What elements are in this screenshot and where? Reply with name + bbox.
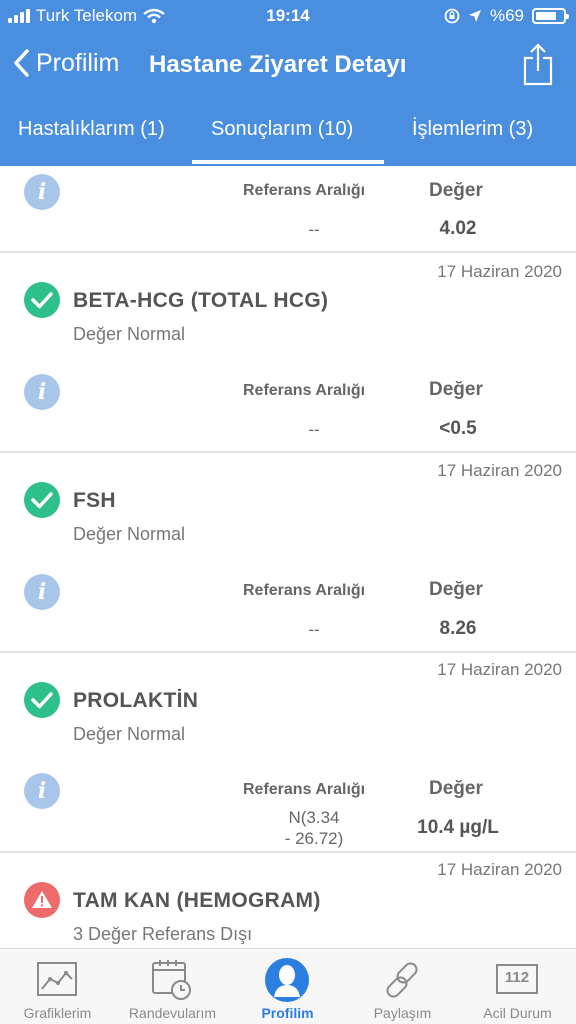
result-date: 17 Haziran 2020 xyxy=(437,660,562,679)
check-icon xyxy=(24,282,60,318)
reference-value: - 26.72) xyxy=(284,829,344,848)
test-name: FSH xyxy=(73,489,116,512)
chart-icon xyxy=(37,962,77,996)
check-icon xyxy=(24,682,60,718)
tab-grafiklerim[interactable]: Grafiklerim xyxy=(0,949,115,1024)
reference-value: N(3.34 xyxy=(288,808,340,827)
reference-value: -- xyxy=(308,620,320,639)
list-item[interactable]: 17 Haziran 2020 TAM KAN (HEMOGRAM) 3 Değ… xyxy=(0,853,576,948)
test-name: BETA-HCG (TOTAL HCG) xyxy=(73,289,329,312)
tab-label: Grafiklerim xyxy=(23,1005,92,1021)
result-status: Değer Normal xyxy=(73,524,186,544)
back-button[interactable]: Profilim xyxy=(12,48,119,78)
result-date: 17 Haziran 2020 xyxy=(437,262,562,281)
bottom-tab-bar: Grafiklerim Randevularım Profilim Paylaş… xyxy=(0,948,576,1024)
tab-acil-durum[interactable]: 112 Acil Durum xyxy=(460,949,575,1024)
chevron-left-icon xyxy=(14,49,29,77)
tab-islemlerim[interactable]: İşlemlerim (3) xyxy=(412,118,533,141)
tab-label: Acil Durum xyxy=(483,1005,552,1021)
nav-bar: Profilim Hastane Ziyaret Detayı xyxy=(0,34,576,96)
result-status: 3 Değer Referans Dışı xyxy=(73,924,253,944)
tab-hastaliklarim[interactable]: Hastalıklarım (1) xyxy=(18,118,165,141)
test-name: TAM KAN (HEMOGRAM) xyxy=(73,889,321,912)
test-name: PROLAKTİN xyxy=(73,689,199,712)
list-item[interactable]: 17 Haziran 2020 FSH Değer Normal i Refer… xyxy=(0,453,576,653)
value-header: Değer xyxy=(429,778,483,799)
results-list[interactable]: i Referans Aralığı Değer -- 4.02 17 Hazi… xyxy=(0,166,576,948)
tab-sonuclarim[interactable]: Sonuçlarım (10) xyxy=(211,118,353,141)
info-icon[interactable]: i xyxy=(24,374,60,410)
value-header: Değer xyxy=(429,180,483,201)
share-icon[interactable] xyxy=(522,42,554,86)
list-item[interactable]: 17 Haziran 2020 BETA-HCG (TOTAL HCG) Değ… xyxy=(0,253,576,453)
result-date: 17 Haziran 2020 xyxy=(437,461,562,480)
result-value: 10.4 µg/L xyxy=(417,817,499,838)
tab-label: Profilim xyxy=(261,1005,314,1021)
header: Turk Telekom 19:14 %69 Profilim Hastane … xyxy=(0,0,576,166)
battery-percent: %69 xyxy=(489,6,524,25)
tab-profilim[interactable]: Profilim xyxy=(230,949,345,1024)
result-value: 4.02 xyxy=(439,218,477,239)
tab-paylasim[interactable]: Paylaşım xyxy=(345,949,460,1024)
reference-header: Referans Aralığı xyxy=(243,582,366,599)
status-bar: Turk Telekom 19:14 %69 xyxy=(0,0,576,34)
result-status: Değer Normal xyxy=(73,324,186,344)
link-icon xyxy=(386,962,418,998)
emergency-number: 112 xyxy=(504,969,530,986)
info-icon[interactable]: i xyxy=(24,574,60,610)
info-icon[interactable]: i xyxy=(24,773,60,809)
info-icon[interactable]: i xyxy=(24,174,60,210)
list-item: i Referans Aralığı Değer -- 4.02 xyxy=(0,166,576,253)
calendar-icon xyxy=(152,960,191,1000)
profile-icon xyxy=(265,958,309,1002)
value-header: Değer xyxy=(429,379,483,400)
tab-label: Randevularım xyxy=(128,1005,217,1021)
tab-label: Paylaşım xyxy=(373,1005,432,1021)
result-value: <0.5 xyxy=(439,418,477,439)
value-header: Değer xyxy=(429,579,483,600)
warning-icon xyxy=(24,882,60,918)
segment-tabs: Hastalıklarım (1) Sonuçlarım (10) İşleml… xyxy=(0,104,576,166)
result-value: 8.26 xyxy=(439,618,477,639)
reference-header: Referans Aralığı xyxy=(243,382,366,399)
check-icon xyxy=(24,482,60,518)
orientation-lock-icon xyxy=(444,8,460,24)
list-item[interactable]: 17 Haziran 2020 PROLAKTİN Değer Normal i… xyxy=(0,653,576,853)
reference-header: Referans Aralığı xyxy=(243,182,366,199)
reference-header: Referans Aralığı xyxy=(243,781,366,798)
tab-randevularim[interactable]: Randevularım xyxy=(115,949,230,1024)
reference-value: -- xyxy=(308,220,320,239)
battery-icon xyxy=(532,8,569,24)
active-tab-indicator xyxy=(192,160,384,164)
location-icon xyxy=(468,10,481,22)
reference-value: -- xyxy=(308,420,320,439)
result-status: Değer Normal xyxy=(73,724,186,744)
page-title: Hastane Ziyaret Detayı xyxy=(149,51,407,78)
back-label: Profilim xyxy=(36,48,120,77)
result-date: 17 Haziran 2020 xyxy=(437,860,562,879)
